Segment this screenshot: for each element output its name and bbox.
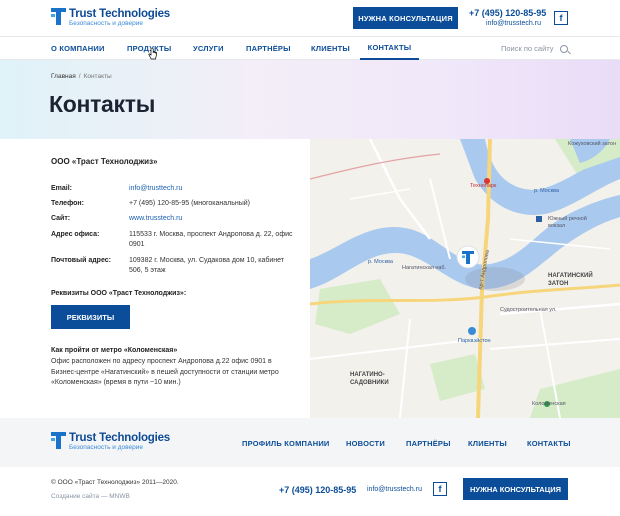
requisites-title: Реквизиты ООО «Траст Технолоджиз»: (51, 290, 187, 297)
footer-email-link[interactable]: info@trusstech.ru (367, 486, 422, 493)
footer-nav-band: Trust Technologies Безопасность и довери… (0, 418, 620, 467)
map-label-parkway: Парквэйстон (458, 338, 491, 344)
map-label-nagatinskaya-nab: Нагатинская наб. (402, 265, 447, 271)
map-label-river-2: р. Москва (534, 188, 559, 194)
nav-item-partners[interactable]: Партнёры (246, 37, 291, 60)
logo-subtitle: Безопасность и доверие (69, 20, 143, 27)
nav-item-services[interactable]: Услуги (193, 37, 224, 60)
office-map-marker-icon[interactable] (456, 245, 480, 269)
nav-item-contacts[interactable]: Контакты (360, 37, 419, 60)
email-link[interactable]: info@trusttech.ru (129, 184, 299, 194)
nav-item-about[interactable]: О компании (51, 37, 105, 60)
company-name: ООО «Траст Технолоджиз» (51, 157, 158, 166)
location-map[interactable]: Технопарк Кожуховский затон Южный речной… (310, 139, 620, 418)
contact-info: ООО «Траст Технолоджиз» Email: info@trus… (0, 139, 310, 418)
site-link[interactable]: www.trusstech.ru (129, 214, 299, 224)
map-label-sudostroitelnaya: Судостроительная ул. (500, 307, 557, 313)
map-label-river-1: р. Москва (368, 259, 393, 265)
row-label: Сайт: (51, 215, 71, 222)
metro-directions-title: Как пройти от метро «Коломенская» (51, 347, 178, 354)
footer-logo-subtitle: Безопасность и доверие (69, 444, 143, 451)
row-label: Телефон: (51, 200, 84, 207)
footer-nav-contacts[interactable]: Контакты (527, 439, 571, 448)
metro-directions-text: Офис расположен по адресу проспект Андро… (51, 358, 279, 386)
page-title: Контакты (49, 91, 156, 117)
main-nav: О компании Продукты Услуги Партнёры Клие… (0, 36, 620, 60)
footer-phone-link[interactable]: +7 (495) 120-85-95 (279, 485, 356, 495)
header-email-link[interactable]: info@trusstech.ru (486, 20, 541, 27)
map-label-nagatino-sadovniki: НАГАТИНО-САДОВНИКИ (350, 372, 389, 386)
search-icon[interactable] (560, 45, 568, 53)
row-label: Почтовый адрес: (51, 257, 111, 264)
header-phone-link[interactable]: +7 (495) 120-85-95 (469, 8, 546, 18)
office-address: 115533 г. Москва, проспект Андропова д. … (129, 231, 293, 248)
nav-item-clients[interactable]: Клиенты (311, 37, 350, 60)
breadcrumb: Главная / Контакты (51, 73, 112, 80)
map-label-technopark: Технопарк (470, 183, 497, 189)
page-hero: Главная / Контакты Контакты (0, 60, 620, 139)
footer-bottom: © ООО «Траст Технолоджиз» 2011—2020. Соз… (0, 467, 620, 516)
row-label: Email: (51, 185, 73, 192)
row-label: Адрес офиса: (51, 231, 100, 238)
footer-nav-profile[interactable]: Профиль компании (242, 439, 330, 448)
mouse-cursor-icon (148, 48, 157, 60)
map-label-kolomenskaya: Коломенская (532, 401, 566, 407)
footer-logo[interactable]: Trust Technologies Безопасность и довери… (51, 432, 170, 452)
logo[interactable]: Trust Technologies Безопасность и довери… (51, 8, 170, 28)
consultation-button[interactable]: Нужна консультация (353, 7, 458, 29)
footer-logo-icon (51, 432, 66, 450)
site-footer: Trust Technologies Безопасность и довери… (0, 418, 620, 516)
map-label-kozhukhovsky: Кожуховский затон (568, 141, 617, 147)
breadcrumb-current: Контакты (83, 73, 112, 80)
map-label-nagatinsky-zaton: НАГАТИНСКИЙ ЗАТОН (548, 273, 593, 287)
site-credit-link[interactable]: Создание сайта — MNWB (51, 493, 130, 500)
logo-icon (51, 8, 66, 26)
site-header: Trust Technologies Безопасность и довери… (0, 0, 620, 36)
footer-nav-partners[interactable]: Партнёры (406, 439, 451, 448)
footer-facebook-icon[interactable]: f (433, 482, 447, 496)
postal-address: 109382 г. Москва, ул. Судакова дом 10, к… (129, 257, 284, 274)
copyright: © ООО «Траст Технолоджиз» 2011—2020. (51, 479, 179, 486)
requisites-button[interactable]: Реквизиты (51, 305, 130, 329)
map-label-south-port: Южный речной вокзал (548, 216, 587, 229)
search-input[interactable]: Поиск по сайту (501, 44, 554, 53)
breadcrumb-home[interactable]: Главная (51, 73, 76, 80)
footer-nav-news[interactable]: Новости (346, 439, 385, 448)
logo-title: Trust Technologies (69, 8, 170, 20)
breadcrumb-separator: / (78, 73, 81, 80)
footer-logo-title: Trust Technologies (69, 432, 170, 444)
footer-nav-clients[interactable]: Клиенты (468, 439, 507, 448)
facebook-icon[interactable]: f (554, 11, 568, 25)
footer-consultation-button[interactable]: Нужна консультация (463, 478, 568, 500)
phone-value: +7 (495) 120-85-95 (многоканальный) (129, 200, 251, 207)
